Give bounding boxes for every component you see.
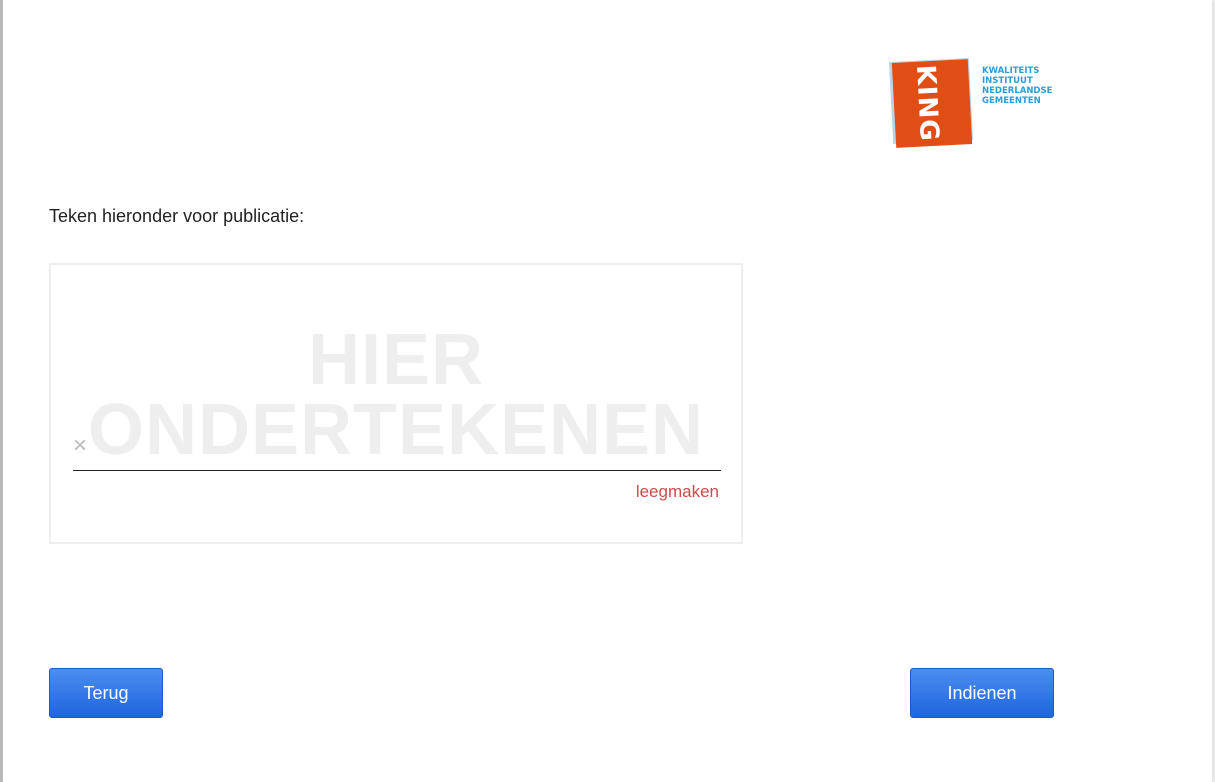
logo-mark: KING (909, 64, 944, 143)
logo-line-2: INSTITUUT (982, 76, 1033, 86)
logo-wordmark: KWALITEITS INSTITUUT NEDERLANDSE GEMEENT… (982, 66, 1052, 106)
watermark-line-2: ONDERTEKENEN (87, 390, 705, 470)
submit-button[interactable]: Indienen (910, 668, 1054, 718)
signature-line (73, 470, 721, 471)
signature-x-mark: × (73, 432, 88, 459)
logo-line-1: KWALITEITS (982, 66, 1040, 76)
signature-watermark: HIER ONDERTEKENEN (51, 320, 741, 470)
watermark-line-1: HIER (307, 320, 485, 400)
logo-orange-block: KING (891, 59, 973, 148)
instruction-text: Teken hieronder voor publicatie: (49, 206, 305, 226)
logo-line-3: NEDERLANDSE (982, 86, 1053, 96)
signature-pad[interactable]: HIER ONDERTEKENEN × leegmaken (49, 263, 743, 544)
page-frame: KING KWALITEITS INSTITUUT NEDERLANDSE GE… (0, 0, 1213, 782)
king-logo: KING KWALITEITS INSTITUUT NEDERLANDSE GE… (888, 57, 1059, 154)
back-button[interactable]: Terug (49, 668, 163, 718)
logo-line-4: GEMEENTEN (982, 96, 1041, 106)
clear-signature-link[interactable]: leegmaken (636, 482, 719, 502)
